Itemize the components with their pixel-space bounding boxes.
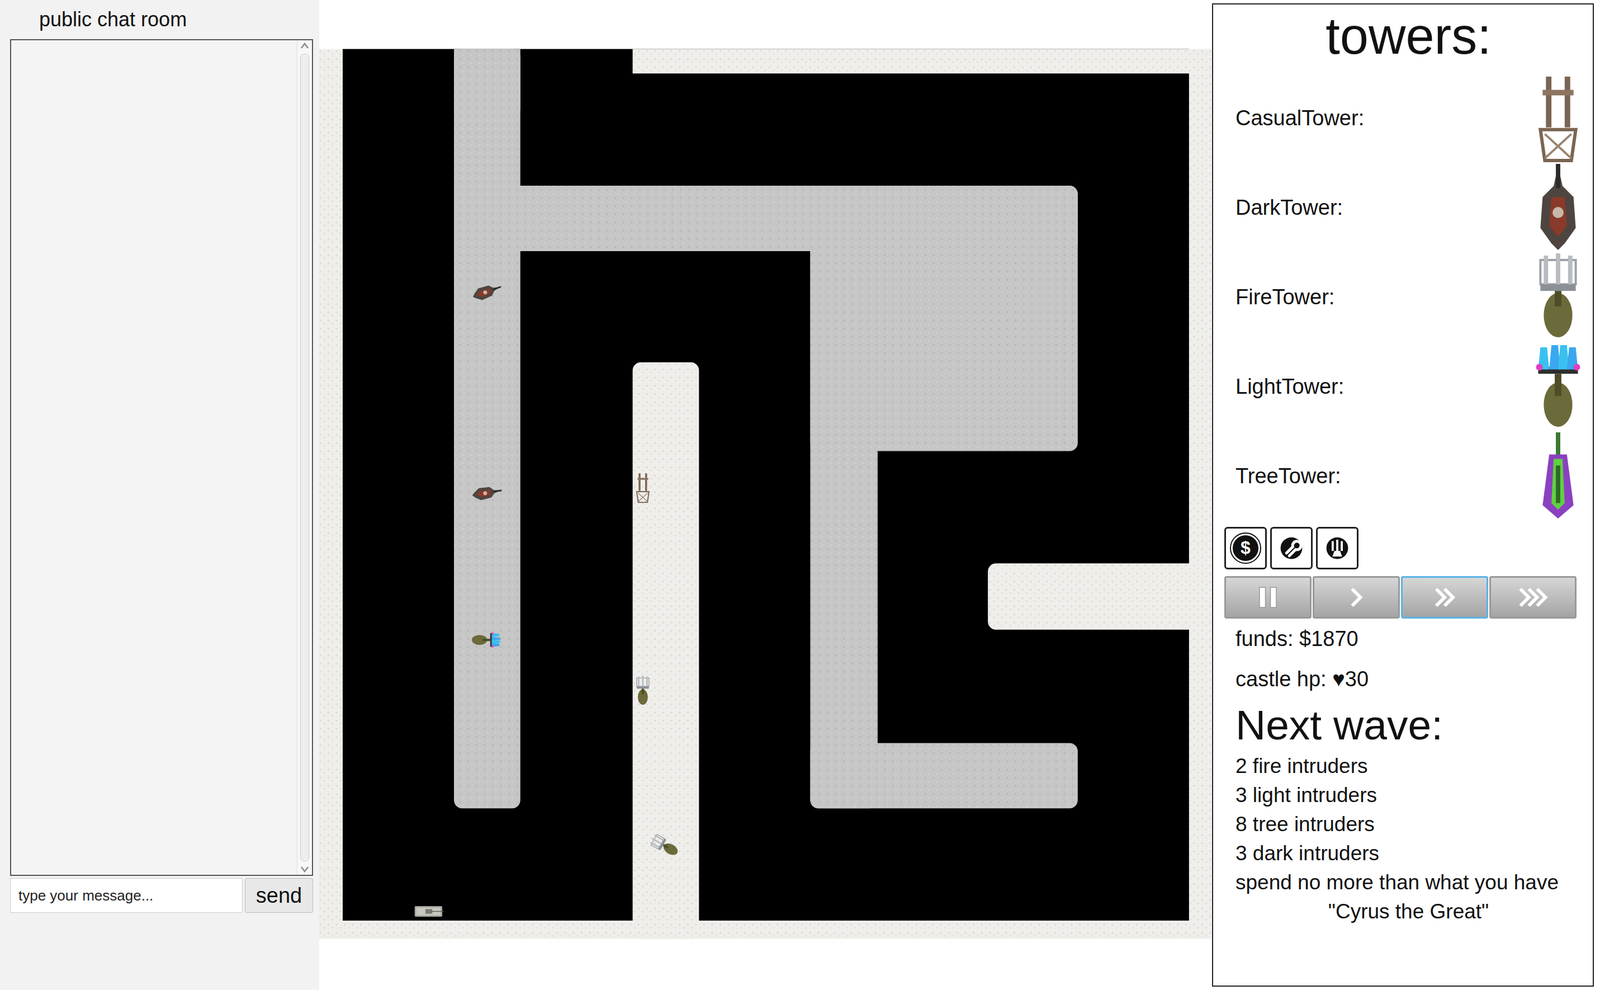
map-void: [342, 49, 1190, 921]
map-unit[interactable]: [471, 631, 501, 647]
wave-item: 2 fire intruders: [1235, 751, 1582, 781]
quote: "Cyrus the Great": [1235, 896, 1582, 926]
chat-input[interactable]: [10, 877, 243, 913]
send-button[interactable]: send: [244, 877, 314, 913]
tower-item[interactable]: TreeTower:: [1235, 431, 1582, 522]
tower-build-icon: [1323, 533, 1352, 562]
wrench-icon: [1277, 533, 1306, 562]
chevron-icon: [1331, 580, 1382, 614]
speed-bar: [1224, 575, 1582, 619]
hint: spend no more than what you have: [1235, 867, 1582, 897]
chevron-icon: [1507, 580, 1559, 614]
castle-hp: castle hp: ♥30: [1235, 658, 1582, 699]
pause-icon: [1242, 580, 1294, 614]
dark-tower-icon: [470, 280, 504, 303]
scroll-thumb[interactable]: [300, 53, 310, 861]
map-unit[interactable]: [470, 280, 504, 303]
gray-path: [453, 49, 521, 111]
fast-speed-button[interactable]: [1400, 575, 1489, 619]
pause-speed-button[interactable]: [1224, 575, 1312, 619]
build-button[interactable]: [1316, 526, 1359, 570]
wave-item: 3 light intruders: [1235, 780, 1582, 810]
fire-tower-icon: [1534, 253, 1582, 342]
normal-speed-button[interactable]: [1312, 575, 1400, 619]
top-path: [632, 49, 1212, 74]
fastest-speed-button[interactable]: [1489, 575, 1577, 619]
chat-title: public chat room: [10, 0, 314, 40]
chat-panel: public chat room send: [0, 0, 320, 990]
dark-tower-icon: [1534, 163, 1582, 253]
dark-tower-icon: [471, 484, 503, 502]
repair-button[interactable]: [1270, 526, 1313, 570]
map-unit[interactable]: [414, 905, 448, 917]
tower-item[interactable]: DarkTower:: [1235, 163, 1582, 253]
chat-scrollbar[interactable]: [296, 40, 312, 875]
side-panel: towers: CasualTower: DarkTower: FireTowe…: [1212, 3, 1594, 987]
wave-item: 3 dark intruders: [1235, 838, 1582, 868]
map-unit[interactable]: [649, 832, 681, 859]
light-tower-icon: [1534, 342, 1582, 432]
game-board[interactable]: [319, 0, 1212, 990]
light-tower-icon: [471, 631, 501, 647]
tower-item[interactable]: LightTower:: [1235, 342, 1582, 432]
chat-input-row: send: [10, 877, 314, 913]
map-unit[interactable]: [471, 484, 503, 502]
tree-tower-icon: [1534, 432, 1582, 521]
fire-tower-icon: [636, 675, 650, 705]
gray-path: [810, 204, 878, 808]
tool-bar: $: [1224, 526, 1582, 570]
towers-title: towers:: [1235, 6, 1582, 66]
tower-name: LightTower:: [1235, 374, 1344, 399]
tower-name: FireTower:: [1235, 285, 1335, 310]
scroll-up-icon[interactable]: [299, 40, 311, 52]
white-path: [987, 562, 1212, 630]
casual-tower-icon: [636, 472, 650, 503]
chevron-icon: [1419, 580, 1470, 614]
map-unit[interactable]: [636, 472, 650, 503]
tower-name: CasualTower:: [1235, 106, 1365, 131]
next-wave-title: Next wave:: [1235, 698, 1582, 752]
game-screen: public chat room send towers: CasualTowe…: [0, 0, 1600, 990]
white-path: [632, 362, 700, 939]
wave-item: 8 tree intruders: [1235, 809, 1582, 839]
gray-path: [453, 49, 521, 809]
map-ground: [319, 0, 1212, 990]
gray-path: [810, 742, 1078, 808]
casual-tower-icon: [1534, 74, 1582, 163]
map[interactable]: [319, 0, 1212, 990]
coin-icon: $: [1231, 533, 1261, 563]
tank-tower-icon: [414, 905, 448, 917]
scroll-down-icon[interactable]: [299, 863, 311, 875]
heart-icon: ♥: [1332, 666, 1346, 691]
funds: funds: $1870: [1235, 618, 1582, 659]
sell-button[interactable]: $: [1224, 526, 1267, 570]
chat-log[interactable]: [10, 39, 314, 876]
map-border: [319, 49, 1212, 939]
tower-item[interactable]: CasualTower:: [1235, 73, 1582, 164]
tower-name: TreeTower:: [1235, 464, 1342, 489]
tower-name: DarkTower:: [1235, 195, 1343, 220]
map-unit[interactable]: [636, 675, 650, 705]
tower-item[interactable]: FireTower:: [1235, 252, 1582, 343]
fire-tower-icon: [649, 832, 681, 859]
